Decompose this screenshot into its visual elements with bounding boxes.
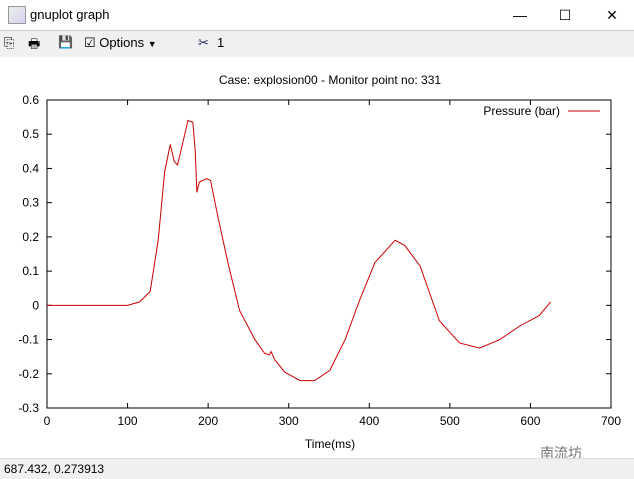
- chevron-down-icon: ▼: [147, 39, 157, 49]
- chart-title: Case: explosion00 - Monitor point no: 33…: [219, 73, 441, 87]
- window-title: gnuplot graph: [30, 7, 110, 22]
- print-icon[interactable]: 🖶: [28, 35, 40, 57]
- options-icon: ☑: [84, 35, 96, 50]
- cut-count: 1: [217, 35, 225, 50]
- y-tick-label: 0.6: [22, 93, 39, 107]
- y-tick-label: -0.3: [18, 401, 39, 415]
- minimize-button[interactable]: —: [505, 4, 535, 26]
- x-tick-label: 700: [601, 414, 621, 428]
- x-tick-label: 200: [198, 414, 218, 428]
- x-tick-label: 300: [279, 414, 299, 428]
- gnuplot-app-icon: [8, 6, 26, 24]
- close-button[interactable]: ✕: [597, 4, 627, 26]
- chart[interactable]: Case: explosion00 - Monitor point no: 33…: [0, 58, 634, 458]
- status-bar: 687.432, 0.273913: [0, 458, 634, 479]
- save-icon[interactable]: 💾: [58, 35, 73, 49]
- title-bar: gnuplot graph — ☐ ✕: [0, 0, 634, 30]
- plot-border: [46, 99, 612, 409]
- pressure-series-line: [47, 119, 551, 382]
- x-tick-label: 500: [440, 414, 460, 428]
- y-tick-label: 0.4: [22, 161, 39, 175]
- options-label: Options: [99, 35, 145, 50]
- maximize-button[interactable]: ☐: [550, 4, 580, 26]
- cut-icon[interactable]: ✂: [198, 35, 209, 51]
- y-tick-label: 0.3: [22, 196, 39, 210]
- cursor-coordinates: 687.432, 0.273913: [4, 462, 105, 476]
- y-tick-label: 0.1: [22, 264, 39, 278]
- y-tick-label: 0: [32, 298, 39, 312]
- x-axis-label: Time(ms): [305, 437, 355, 451]
- x-tick-label: 400: [359, 414, 379, 428]
- x-tick-label: 0: [44, 414, 51, 428]
- copy-icon[interactable]: ⎘: [4, 35, 14, 51]
- x-tick-label: 100: [118, 414, 138, 428]
- legend-label: Pressure (bar): [483, 104, 560, 118]
- y-tick-label: -0.1: [18, 333, 39, 347]
- options-button[interactable]: ☑ Options ▼: [84, 35, 157, 51]
- toolbar: ⎘ 🖶 💾 ☑ Options ▼ ✂ 1: [0, 30, 634, 57]
- y-tick-label: -0.2: [18, 367, 39, 381]
- y-tick-label: 0.5: [22, 127, 39, 141]
- y-tick-label: 0.2: [22, 230, 39, 244]
- x-tick-label: 600: [520, 414, 540, 428]
